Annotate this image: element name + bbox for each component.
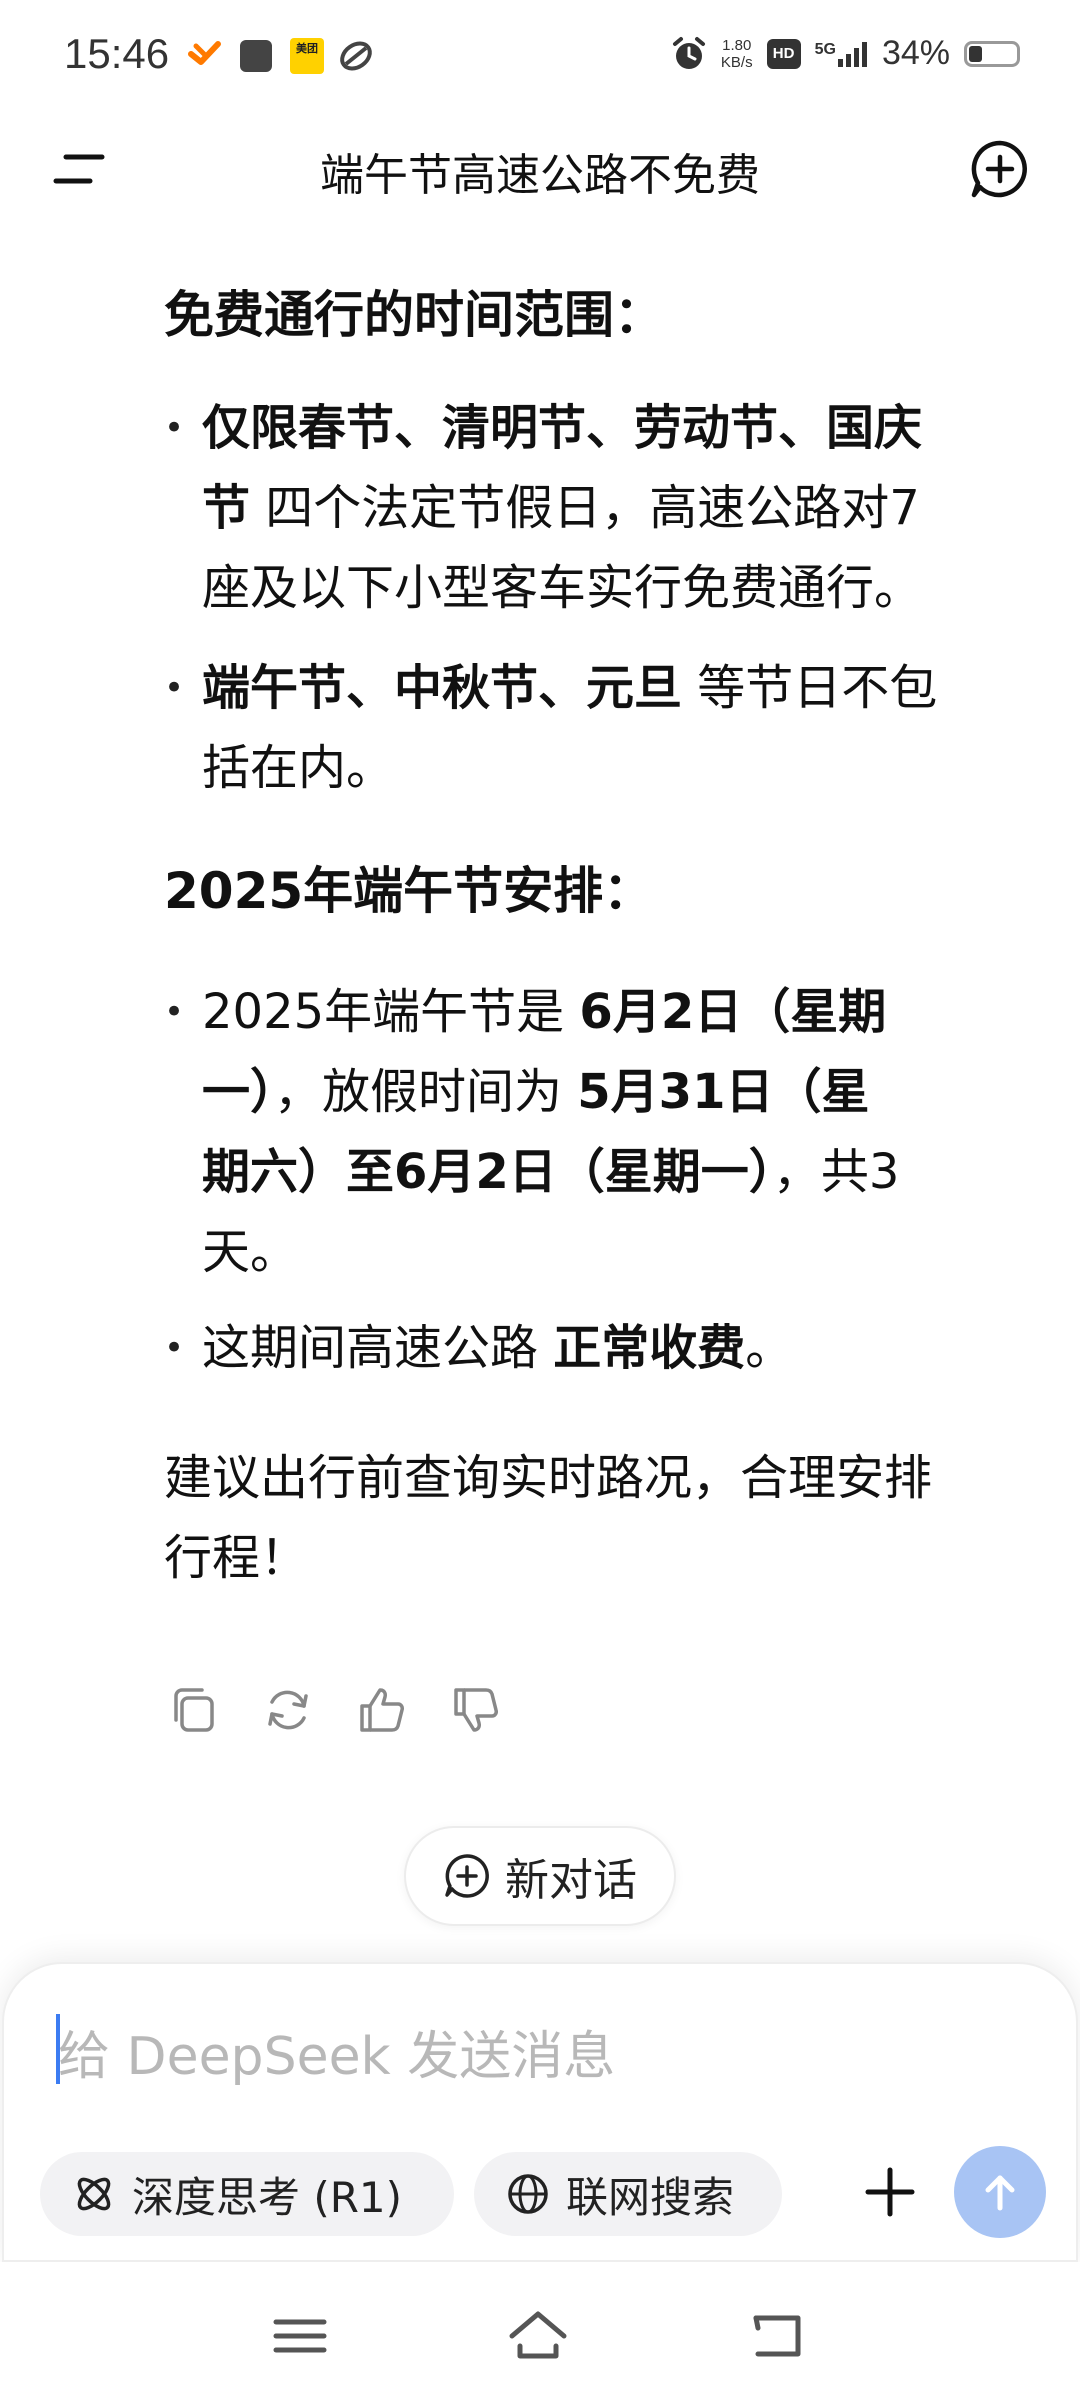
arrow-up-icon [985,2175,1015,2211]
signal-bars-icon [837,41,867,67]
regenerate-icon[interactable] [262,1684,314,1736]
message-actions [168,1684,502,1736]
status-time: 15:46 [64,30,170,77]
send-button[interactable] [954,2146,1046,2238]
thumbs-up-icon[interactable] [356,1684,408,1736]
status-indicators: 1.80 KB/s HD 5G 34% [671,34,1020,73]
new-conversation-button[interactable]: 新对话 [404,1826,676,1926]
new-conversation-label: 新对话 [505,1855,637,1906]
text-caret [56,2014,60,2084]
new-chat-icon [445,1854,489,1898]
web-search-toggle[interactable]: 联网搜索 [474,2152,782,2236]
schedule-list: 2025年端午节是 6月2日（星期一），放假时间为 5月31日（星期六）至6月2… [164,972,1044,1388]
system-nav-bar [0,2262,1080,2400]
atom-icon [77,2177,111,2211]
web-search-label: 联网搜索 [566,2172,735,2222]
recent-apps-icon[interactable] [270,2306,330,2366]
status-bar: 15:46 美团 1.80 KB/s HD 5G 34% [0,0,1080,110]
page-title: 端午节高速公路不免费 [320,150,760,201]
list-item: 2025年端午节是 6月2日（星期一），放假时间为 5月31日（星期六）至6月2… [164,972,1044,1292]
deep-think-toggle[interactable]: 深度思考 (R1) [40,2152,454,2236]
thumbs-down-icon[interactable] [450,1684,502,1736]
home-icon[interactable] [508,2306,568,2366]
battery-icon [964,40,1020,67]
list-item: 端午节、中秋节、元旦 等节日不包括在内。 [164,648,1044,808]
add-attachment-icon[interactable] [856,2158,924,2226]
new-chat-icon[interactable] [968,137,1032,201]
section-title-2025-schedule: 2025年端午节安排： [164,862,654,920]
free-period-list: 仅限春节、清明节、劳动节、国庆节 四个法定节假日，高速公路对7座及以下小型客车实… [164,388,1044,808]
meituan-icon: 美团 [290,38,324,74]
link-icon [340,41,372,71]
taobao-icon [188,41,221,65]
list-item: 仅限春节、清明节、劳动节、国庆节 四个法定节假日，高速公路对7座及以下小型客车实… [164,388,1044,628]
copy-icon[interactable] [168,1684,220,1736]
app-icon [240,40,272,72]
battery-percent: 34% [881,34,950,72]
network-speed: 1.80 KB/s [720,36,753,71]
composer: 给 DeepSeek 发送消息 深度思考 (R1) 联网搜索 [2,1962,1078,2262]
hd-badge: HD [766,38,801,69]
header: 端午节高速公路不免费 [0,115,1080,225]
signal-icon: 5G [815,41,868,67]
assistant-message: 免费通行的时间范围： 仅限春节、清明节、劳动节、国庆节 四个法定节假日，高速公路… [164,280,1044,1598]
closing-text: 建议出行前查询实时路况，合理安排 行程！ [164,1450,933,1586]
battery-level [969,45,982,62]
alarm-icon [672,36,705,69]
message-input[interactable]: 给 DeepSeek 发送消息 [58,2014,615,2089]
back-icon[interactable] [748,2306,808,2366]
app-screen: 15:46 美团 1.80 KB/s HD 5G 34% 端午节高速公路不免费 … [0,0,1080,2400]
globe-icon [508,2174,548,2214]
section-title-free-period: 免费通行的时间范围： [164,286,664,344]
list-item: 这期间高速公路 正常收费。 [164,1308,1044,1388]
deep-think-label: 深度思考 (R1) [132,2172,403,2222]
